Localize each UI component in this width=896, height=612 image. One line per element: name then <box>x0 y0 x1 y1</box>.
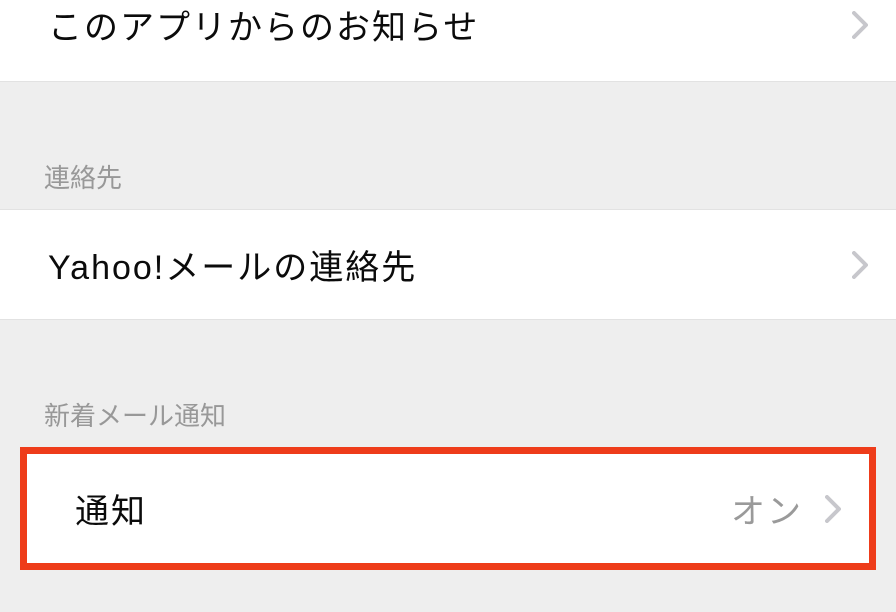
contacts-header: 連絡先 <box>0 144 896 209</box>
yahoo-mail-contacts-row[interactable]: Yahoo!メールの連絡先 <box>0 209 896 320</box>
chevron-right-icon <box>825 495 841 523</box>
notification-label: 通知 <box>75 484 147 533</box>
yahoo-mail-contacts-label: Yahoo!メールの連絡先 <box>48 240 417 289</box>
newmail-header: 新着メール通知 <box>0 382 896 447</box>
notification-highlight: 通知 オン <box>20 447 876 570</box>
app-notice-label: このアプリからのお知らせ <box>48 0 479 49</box>
newmail-section: 新着メール通知 通知 オン <box>0 320 896 570</box>
chevron-right-icon <box>852 251 868 279</box>
app-notice-row[interactable]: このアプリからのお知らせ <box>0 0 896 82</box>
chevron-right-icon <box>852 11 868 39</box>
contacts-section: 連絡先 Yahoo!メールの連絡先 <box>0 82 896 320</box>
notification-value: オン <box>731 484 803 533</box>
notification-row[interactable]: 通知 オン <box>27 454 869 563</box>
